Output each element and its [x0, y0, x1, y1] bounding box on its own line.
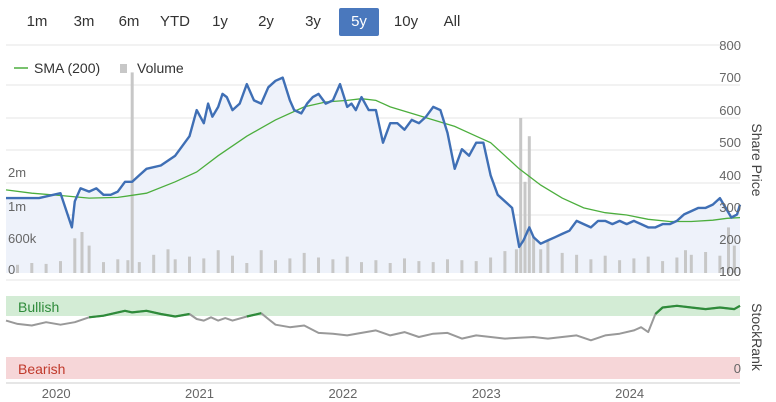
- volume-bar: [116, 259, 120, 273]
- stockrank-tick-0: 0: [734, 361, 741, 376]
- volume-bar: [102, 262, 105, 273]
- volume-bar: [523, 181, 527, 273]
- volume-bar: [460, 260, 464, 273]
- volume-tick-2m: 2m: [8, 165, 26, 180]
- volume-bar: [288, 258, 292, 273]
- volume-bar: [80, 232, 84, 273]
- bearish-band: [6, 357, 740, 379]
- x-tick-2021: 2021: [185, 386, 214, 401]
- volume-bar: [245, 263, 249, 273]
- volume-bar: [704, 252, 708, 273]
- x-tick-2024: 2024: [615, 386, 644, 401]
- volume-bar: [618, 260, 622, 273]
- volume-bar: [302, 252, 306, 273]
- volume-bar: [684, 250, 687, 273]
- x-tick-2023: 2023: [472, 386, 501, 401]
- volume-bar: [675, 257, 679, 273]
- volume-tick-600k: 600k: [8, 231, 37, 246]
- volume-bar: [603, 255, 607, 273]
- stockrank-tick-100: 100: [719, 264, 741, 279]
- volume-bar: [632, 258, 636, 273]
- volume-bar: [216, 250, 220, 273]
- volume-bar: [274, 260, 277, 273]
- volume-bar: [152, 254, 156, 273]
- volume-bar: [503, 251, 507, 273]
- price-tick-600: 600: [719, 103, 741, 118]
- volume-bar: [87, 245, 91, 273]
- volume-bar: [44, 263, 48, 273]
- x-tick-2022: 2022: [328, 386, 357, 401]
- volume-bar: [417, 261, 421, 273]
- stockrank-panel: Bullish Bearish 100 0 StockRank: [5, 264, 765, 379]
- x-axis: 2020 2021 2022 2023 2024: [6, 382, 740, 401]
- volume-bar: [403, 258, 406, 273]
- volume-bar: [188, 256, 191, 273]
- volume-bar: [331, 259, 335, 273]
- volume-bar: [532, 236, 536, 273]
- volume-bar: [137, 262, 141, 273]
- stockrank-axis-title: StockRank: [749, 303, 765, 372]
- volume-bar: [661, 261, 665, 273]
- price-tick-700: 700: [719, 70, 741, 85]
- volume-bar: [16, 264, 19, 273]
- volume-tick-1m: 1m: [8, 199, 26, 214]
- volume-bar: [317, 257, 320, 273]
- volume-bar: [546, 241, 550, 273]
- volume-bar: [360, 262, 363, 273]
- volume-bar: [474, 261, 478, 273]
- volume-bar: [514, 249, 518, 273]
- volume-bar: [259, 250, 263, 273]
- volume-bar: [126, 260, 130, 273]
- price-axis: 800 700 600 500 400 300 200 100 Share Pr…: [719, 38, 765, 279]
- volume-bar: [130, 72, 134, 274]
- bearish-label: Bearish: [18, 361, 65, 377]
- volume-bar: [527, 136, 531, 273]
- price-tick-300: 300: [719, 200, 741, 215]
- volume-bar: [446, 259, 449, 273]
- price-tick-800: 800: [719, 38, 741, 53]
- volume-bar: [539, 249, 543, 273]
- x-tick-2020: 2020: [42, 386, 71, 401]
- volume-bar: [173, 259, 177, 273]
- volume-bar: [519, 118, 523, 273]
- price-tick-500: 500: [719, 135, 741, 150]
- volume-bar: [388, 263, 392, 273]
- volume-bar: [73, 238, 77, 273]
- price-area-fill: [6, 77, 740, 273]
- volume-tick-0: 0: [8, 262, 15, 277]
- price-tick-200: 200: [719, 232, 741, 247]
- price-chart: SMA (200) Volume 800 700 600 500 400 300…: [5, 38, 765, 401]
- legend: SMA (200) Volume: [14, 60, 184, 76]
- volume-bar: [59, 261, 62, 273]
- volume-bar: [166, 249, 170, 273]
- volume-bar: [202, 258, 206, 273]
- price-tick-400: 400: [719, 168, 741, 183]
- volume-bar: [489, 257, 493, 273]
- price-axis-title: Share Price: [749, 123, 765, 196]
- legend-volume-swatch: [120, 64, 127, 73]
- volume-bar: [646, 256, 650, 273]
- volume-bar: [589, 259, 593, 273]
- volume-bar: [231, 255, 234, 273]
- legend-sma-label[interactable]: SMA (200): [34, 60, 100, 76]
- legend-volume-label[interactable]: Volume: [137, 60, 184, 76]
- volume-bar: [30, 263, 34, 273]
- volume-bar: [431, 262, 435, 273]
- volume-bar: [345, 256, 349, 273]
- volume-bar: [560, 252, 564, 273]
- volume-bar: [575, 254, 579, 273]
- volume-bar: [374, 260, 378, 273]
- bullish-label: Bullish: [18, 299, 59, 315]
- volume-bar: [689, 254, 693, 273]
